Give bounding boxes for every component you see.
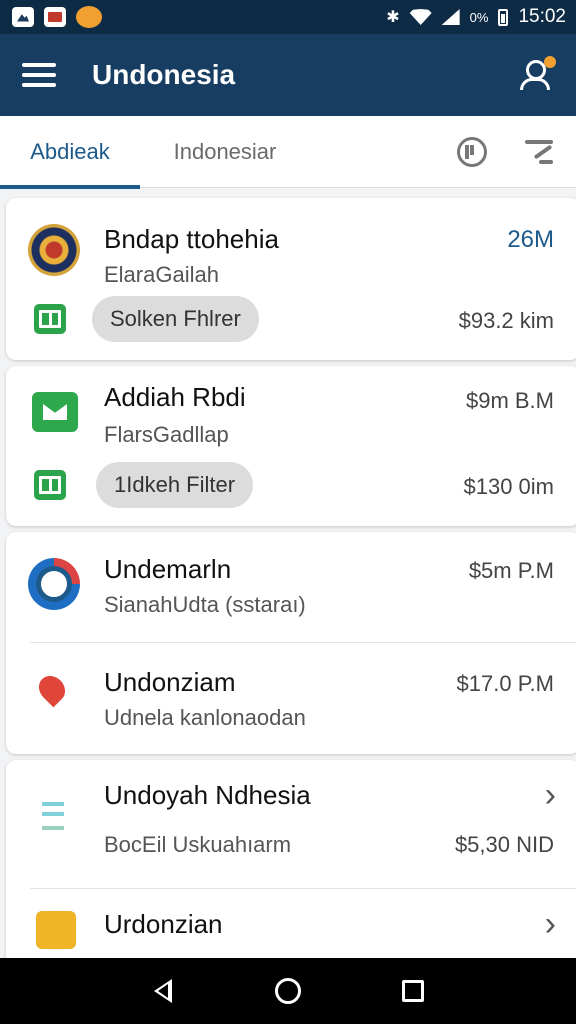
status-bar-left bbox=[12, 6, 102, 28]
tab-actions bbox=[456, 136, 576, 168]
back-icon bbox=[153, 979, 172, 1003]
list-card: Undemarln $5m P.M SianahUdta (sstaraı) U… bbox=[6, 532, 576, 754]
list-item[interactable]: Undonziam $17.0 P.M Udnela kanlonaodan bbox=[6, 643, 576, 754]
battery-percent: 0% bbox=[469, 9, 489, 25]
gallery-icon bbox=[12, 7, 34, 27]
account-icon[interactable] bbox=[520, 56, 556, 92]
chevron-right-icon[interactable]: › bbox=[545, 776, 556, 815]
list-item[interactable]: Undemarln $5m P.M SianahUdta (sstaraı) bbox=[6, 532, 576, 642]
status-bar: ✱ 0% 15:02 bbox=[0, 0, 576, 34]
status-time: 15:02 bbox=[518, 6, 566, 27]
card-amount: 26M bbox=[507, 226, 554, 253]
wifi-icon bbox=[409, 9, 432, 25]
item-amount: $5,30 NID bbox=[454, 832, 554, 857]
battery-icon bbox=[498, 8, 509, 26]
filter-pill[interactable]: Solken Fhlrer bbox=[92, 296, 259, 342]
spreadsheet-icon bbox=[34, 304, 66, 334]
home-icon bbox=[274, 978, 301, 1004]
app-title: Undonesia bbox=[92, 59, 236, 90]
item-subtitle: BocEil Uskuahıarm bbox=[104, 832, 292, 857]
item-title: Undoyah Ndhesia bbox=[104, 780, 311, 810]
list-item[interactable]: Undoyah Ndhesia › BocEil Uskuahıarm $5,3… bbox=[6, 760, 576, 888]
filter-pill[interactable]: 1Idkeh Filter bbox=[96, 462, 254, 508]
pill-amount: $130 0im bbox=[463, 474, 554, 499]
item-amount: $17.0 P.M bbox=[456, 671, 554, 696]
recents-button[interactable] bbox=[398, 976, 428, 1006]
pill-amount: $93.2 kim bbox=[458, 308, 554, 333]
mail-icon bbox=[32, 392, 78, 432]
item-amount: $5m P.M bbox=[468, 558, 554, 583]
spreadsheet-icon bbox=[34, 470, 66, 500]
image-icon bbox=[44, 7, 66, 27]
ring-icon bbox=[28, 558, 80, 610]
menu-icon[interactable] bbox=[22, 63, 56, 87]
notification-app-icon bbox=[76, 6, 102, 28]
list-card: Undoyah Ndhesia › BocEil Uskuahıarm $5,3… bbox=[6, 760, 576, 958]
app-bar: Undonesia bbox=[0, 34, 576, 116]
history-icon bbox=[457, 136, 487, 167]
list-item[interactable]: Urdonzian › bbox=[6, 889, 576, 958]
bluetooth-icon: ✱ bbox=[386, 9, 400, 26]
item-subtitle: Udnela kanlonaodan bbox=[104, 705, 306, 730]
card-title: Addiah Rbdi bbox=[104, 382, 246, 412]
card-subtitle: FlarsGadllap bbox=[104, 422, 229, 447]
back-button[interactable] bbox=[148, 976, 178, 1006]
history-button[interactable] bbox=[456, 136, 488, 168]
item-title: Undonziam bbox=[104, 667, 236, 697]
system-nav-bar bbox=[0, 958, 576, 1024]
chevron-right-icon[interactable]: › bbox=[545, 905, 556, 944]
tab-bar: Abdieak Indonesiar bbox=[0, 116, 576, 189]
wallet-icon bbox=[36, 911, 76, 949]
status-bar-right: ✱ 0% 15:02 bbox=[386, 6, 566, 28]
home-button[interactable] bbox=[273, 976, 303, 1006]
tab-indonesiar[interactable]: Indonesiar bbox=[140, 116, 310, 188]
item-title: Undemarln bbox=[104, 554, 232, 584]
emblem-icon bbox=[28, 224, 80, 276]
item-subtitle: SianahUdta (sstaraı) bbox=[104, 592, 306, 617]
recents-icon bbox=[402, 980, 425, 1002]
card-title: Bndap ttohehia bbox=[104, 224, 279, 254]
sort-icon bbox=[523, 139, 553, 164]
card-amount: $9m B.M bbox=[465, 388, 554, 413]
item-title: Urdonzian bbox=[104, 909, 223, 939]
tab-abdieak[interactable]: Abdieak bbox=[0, 116, 140, 189]
signal-icon bbox=[441, 9, 460, 25]
card-subtitle: ElaraGailah bbox=[104, 262, 219, 287]
list-card[interactable]: Bndap ttohehia 26M ElaraGailah Solken Fh… bbox=[6, 198, 576, 360]
sort-button[interactable] bbox=[522, 136, 554, 168]
transaction-list: Bndap ttohehia 26M ElaraGailah Solken Fh… bbox=[0, 190, 576, 958]
list-card[interactable]: Addiah Rbdi $9m B.M FlarsGadllap 1Idkeh … bbox=[6, 366, 576, 526]
